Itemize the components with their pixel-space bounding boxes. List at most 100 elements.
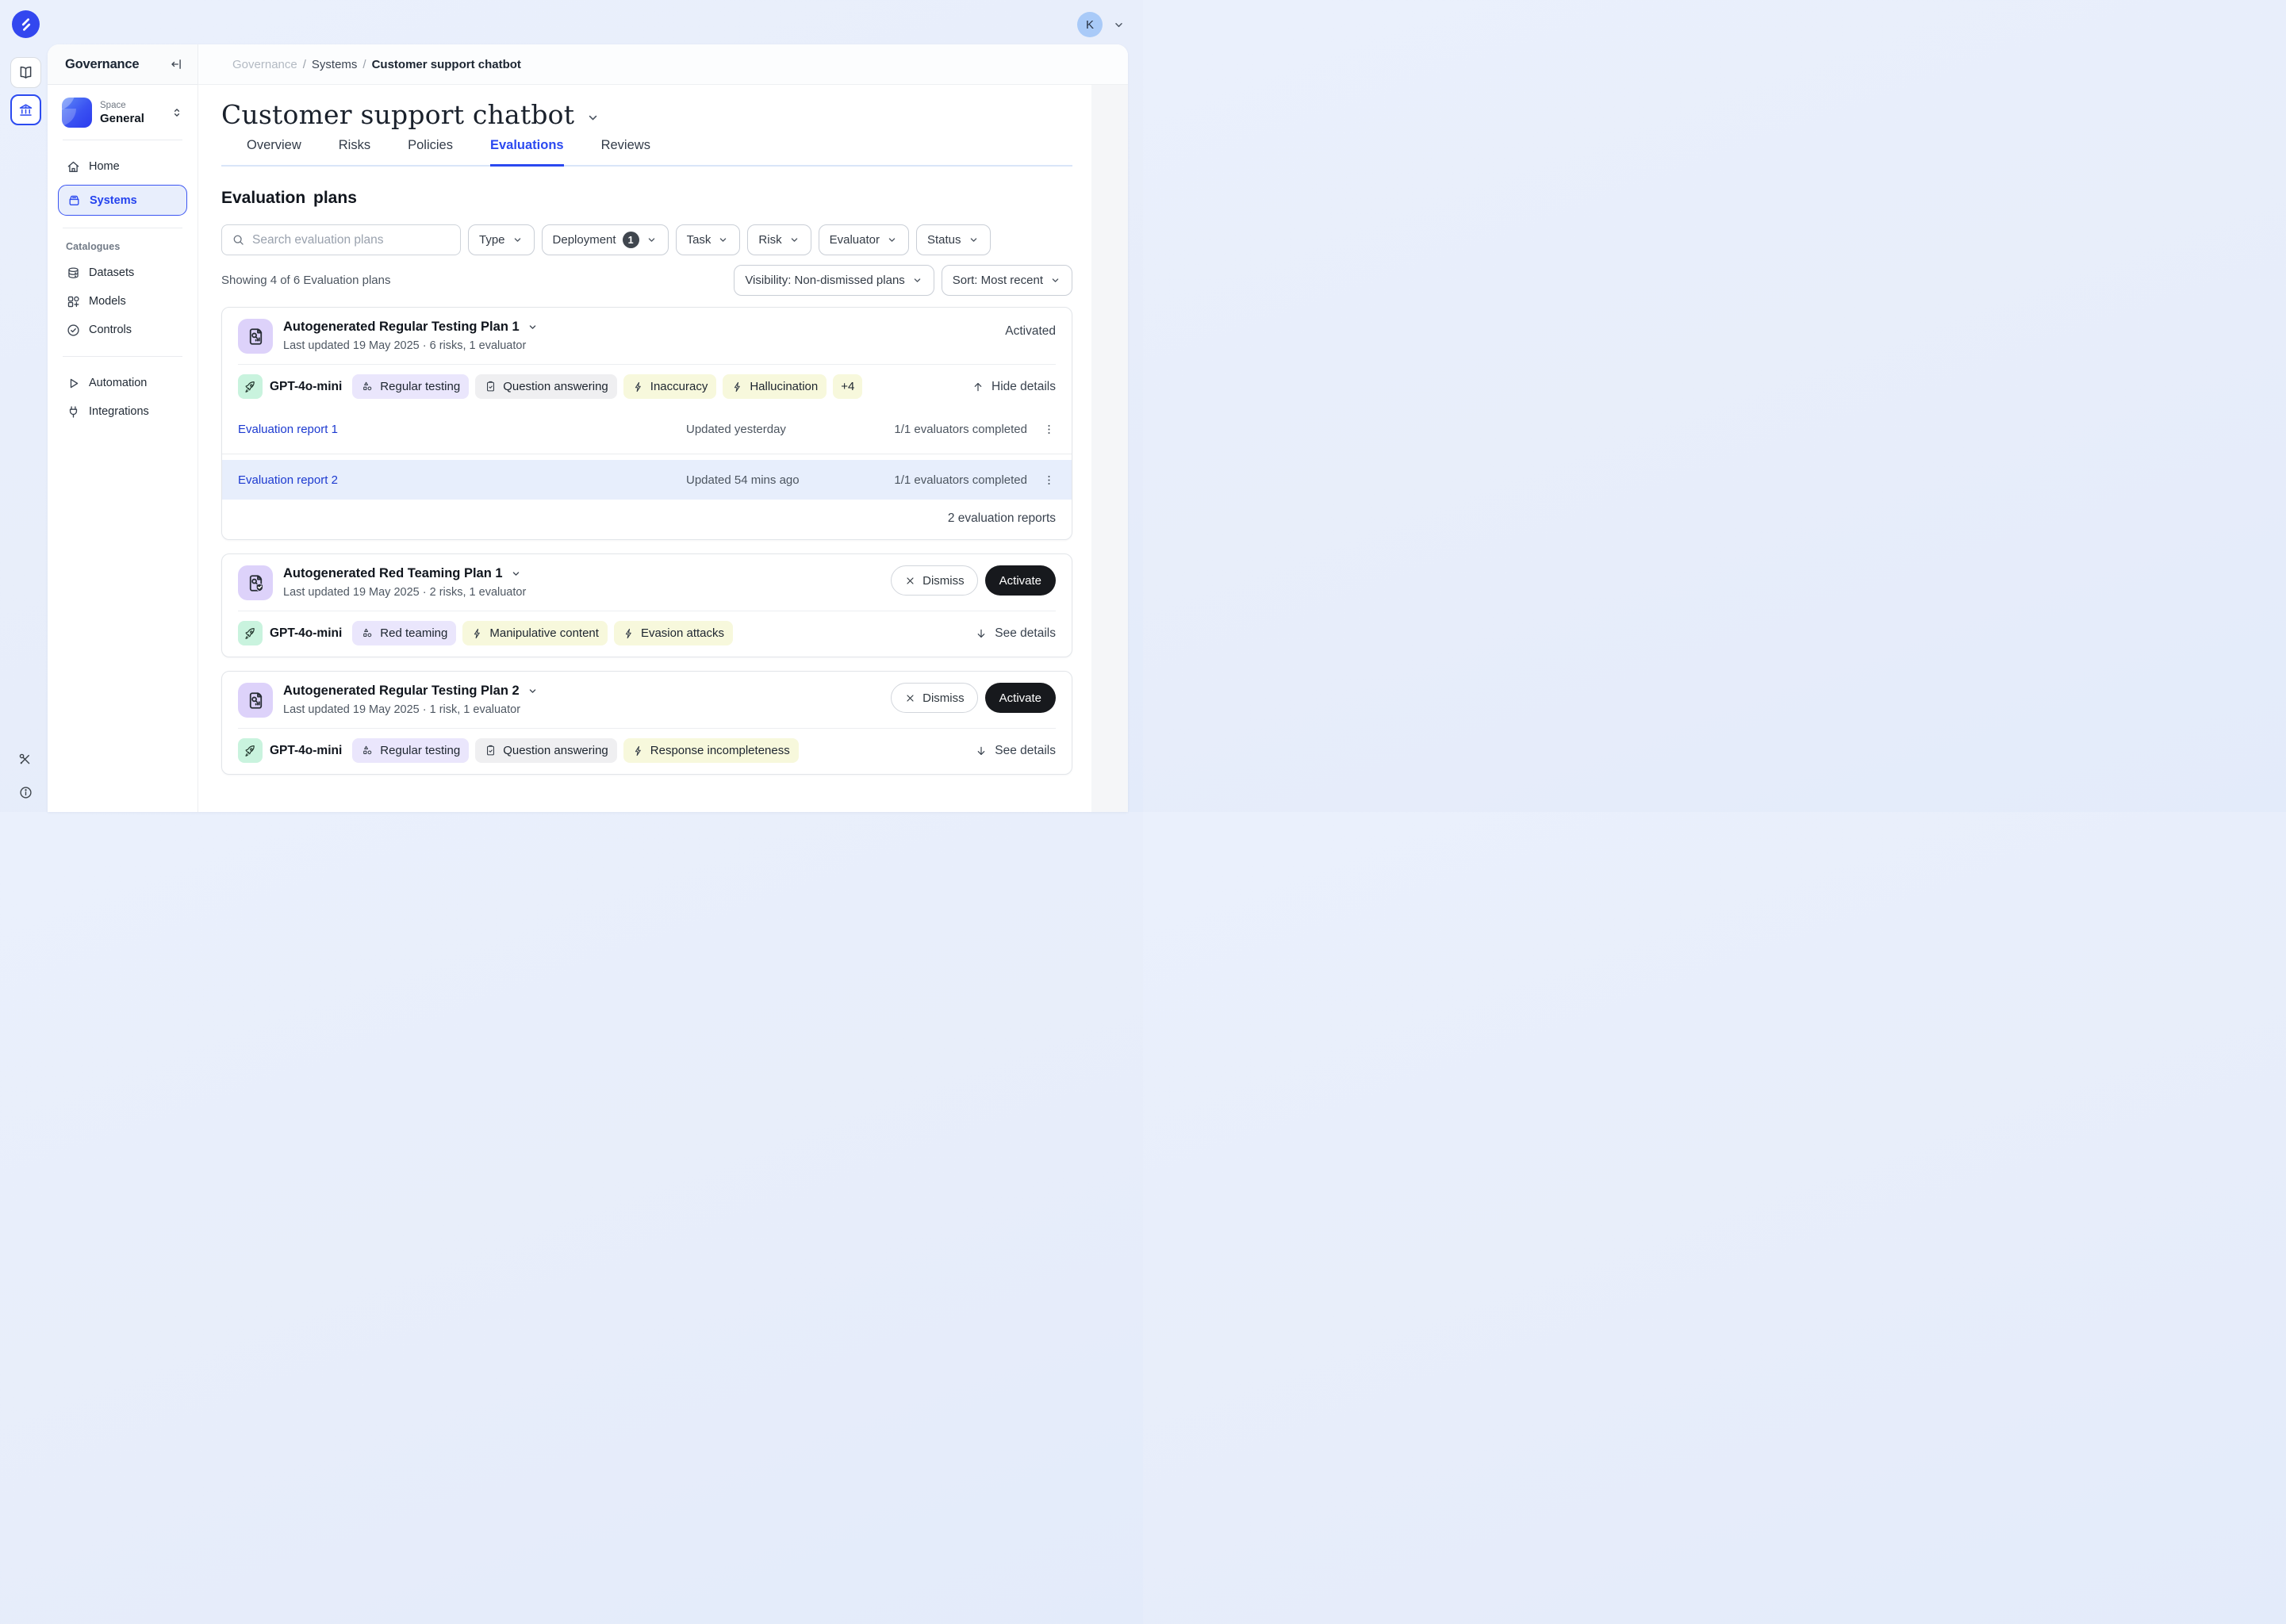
- avatar[interactable]: K: [1077, 12, 1103, 37]
- see-details-button[interactable]: See details: [975, 744, 1056, 758]
- report-list: Evaluation report 1 Updated yesterday 1/…: [222, 410, 1072, 500]
- tab-risks[interactable]: Risks: [339, 138, 370, 165]
- see-details-button[interactable]: See details: [975, 626, 1056, 641]
- sidebar-item-controls[interactable]: Controls: [58, 316, 187, 344]
- filter-evaluator-button[interactable]: Evaluator: [819, 224, 909, 255]
- tag-label: Response incompleteness: [650, 744, 790, 757]
- sidebar-item-label: Datasets: [89, 266, 134, 279]
- model-name: GPT-4o-mini: [270, 744, 342, 758]
- filter-status-button[interactable]: Status: [916, 224, 991, 255]
- risk-tag: Response incompleteness: [623, 738, 799, 763]
- sidebar-title: Governance: [65, 57, 139, 72]
- zap-icon: [623, 627, 635, 640]
- plan-title-text: Autogenerated Regular Testing Plan 1: [283, 320, 520, 335]
- plan-doc-chart-icon: [238, 319, 273, 354]
- filter-label: Risk: [758, 233, 781, 247]
- rocket-icon: [238, 621, 263, 645]
- x-icon: [904, 575, 916, 587]
- space-switcher[interactable]: Space General: [58, 98, 187, 128]
- zap-icon: [731, 381, 744, 393]
- plan-doc-chart-icon: [238, 683, 273, 718]
- section-heading: Evaluation plans: [221, 189, 1072, 208]
- filter-type-button[interactable]: Type: [468, 224, 535, 255]
- info-rail-button[interactable]: [18, 785, 33, 800]
- sidebar-item-datasets[interactable]: Datasets: [58, 259, 187, 287]
- sidebar-item-systems[interactable]: Systems: [58, 185, 187, 216]
- tools-rail-button[interactable]: [17, 752, 33, 767]
- activate-button[interactable]: Activate: [985, 565, 1056, 596]
- risk-tag: Hallucination: [723, 374, 827, 399]
- filter-risk-button[interactable]: Risk: [747, 224, 811, 255]
- docs-rail-button[interactable]: [10, 57, 41, 88]
- space-icon: [62, 98, 92, 128]
- report-evaluators: 1/1 evaluators completed: [845, 473, 1027, 487]
- zap-icon: [632, 745, 645, 757]
- plan-title[interactable]: Autogenerated Regular Testing Plan 1: [283, 320, 539, 335]
- report-row-selected: Evaluation report 2 Updated 54 mins ago …: [222, 460, 1072, 500]
- chevrons-up-down-icon: [171, 106, 183, 119]
- plan-title[interactable]: Autogenerated Regular Testing Plan 2: [283, 684, 539, 699]
- user-menu-chevron-down-icon[interactable]: [1112, 18, 1126, 32]
- tab-policies[interactable]: Policies: [408, 138, 453, 165]
- plan-card-1: Autogenerated Regular Testing Plan 1 Las…: [221, 307, 1072, 540]
- report-kebab-menu[interactable]: [1027, 423, 1056, 436]
- dismiss-button[interactable]: Dismiss: [891, 565, 978, 596]
- chevron-down-icon: [512, 234, 524, 246]
- chevron-down-icon: [886, 234, 898, 246]
- clipboard-check-icon: [484, 744, 497, 757]
- chevron-down-icon: [510, 568, 522, 580]
- risk-tag: Inaccuracy: [623, 374, 717, 399]
- breadcrumb-governance[interactable]: Governance: [232, 58, 297, 71]
- sidebar-item-automation[interactable]: Automation: [58, 369, 187, 397]
- governance-rail-button[interactable]: [10, 94, 41, 125]
- tab-overview[interactable]: Overview: [247, 138, 301, 165]
- plan-subtitle: Last updated 19 May 2025 · 1 risk, 1 eva…: [283, 703, 539, 716]
- chevron-down-icon: [527, 685, 539, 697]
- filter-task-button[interactable]: Task: [676, 224, 741, 255]
- report-link[interactable]: Evaluation report 1: [238, 423, 686, 436]
- plan-title[interactable]: Autogenerated Red Teaming Plan 1: [283, 566, 526, 581]
- sidebar-collapse-button[interactable]: [167, 56, 185, 73]
- main-panel: Governance Space General Home: [48, 44, 1128, 812]
- report-updated: Updated yesterday: [686, 423, 845, 436]
- tab-reviews[interactable]: Reviews: [601, 138, 650, 165]
- chevron-down-icon: [788, 234, 800, 246]
- filter-label: Evaluator: [830, 233, 880, 247]
- more-tags-badge[interactable]: +4: [833, 374, 862, 399]
- title-chevron-down-icon[interactable]: [585, 110, 600, 125]
- tools-icon: [17, 752, 33, 767]
- filter-label: Task: [687, 233, 711, 247]
- plan-title-text: Autogenerated Red Teaming Plan 1: [283, 566, 503, 581]
- tag-label: Question answering: [503, 380, 608, 393]
- search-icon: [232, 233, 245, 247]
- app-logo[interactable]: [12, 10, 40, 38]
- dismiss-button[interactable]: Dismiss: [891, 683, 978, 713]
- sort-select[interactable]: Sort: Most recent: [942, 265, 1072, 296]
- activate-button[interactable]: Activate: [985, 683, 1056, 713]
- model-name: GPT-4o-mini: [270, 626, 342, 641]
- tab-bar: Overview Risks Policies Evaluations Revi…: [221, 138, 1072, 167]
- dismiss-label: Dismiss: [922, 691, 965, 705]
- report-kebab-menu[interactable]: [1027, 473, 1056, 487]
- report-link[interactable]: Evaluation report 2: [238, 473, 686, 487]
- sidebar-item-home[interactable]: Home: [58, 152, 187, 181]
- tab-evaluations[interactable]: Evaluations: [490, 138, 564, 167]
- kebab-icon: [1042, 473, 1056, 487]
- scroll-gutter: [1091, 85, 1128, 812]
- breadcrumb-systems[interactable]: Systems: [312, 58, 358, 71]
- search-box: [221, 224, 461, 255]
- type-tag: Regular testing: [352, 374, 469, 399]
- info-icon: [18, 785, 33, 800]
- search-input[interactable]: [252, 233, 451, 247]
- plug-icon: [66, 404, 81, 419]
- visibility-select[interactable]: Visibility: Non-dismissed plans: [734, 265, 934, 296]
- sidebar-item-integrations[interactable]: Integrations: [58, 397, 187, 426]
- shapes-icon: [361, 626, 374, 640]
- filter-deployment-button[interactable]: Deployment 1: [542, 224, 669, 255]
- plan-doc-shield-icon: [238, 565, 273, 600]
- rocket-icon: [238, 374, 263, 399]
- sidebar-item-models[interactable]: Models: [58, 287, 187, 316]
- arrow-down-icon: [975, 627, 988, 640]
- breadcrumb-separator: /: [362, 58, 366, 71]
- hide-details-button[interactable]: Hide details: [972, 380, 1056, 394]
